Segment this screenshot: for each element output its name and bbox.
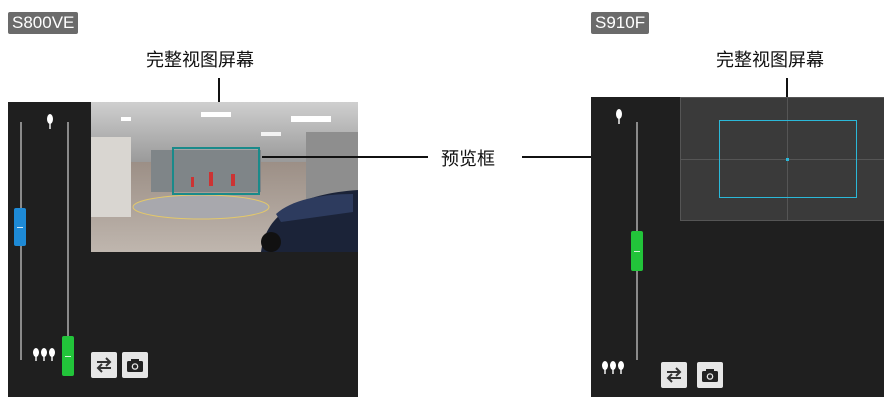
full-view-screen-label-left: 完整视图屏幕 bbox=[146, 50, 254, 71]
full-view-screen-label-right: 完整视图屏幕 bbox=[716, 50, 824, 71]
focus-slider-handle-right[interactable] bbox=[631, 231, 643, 271]
camera-panel-right bbox=[591, 97, 884, 397]
preview-frame-left[interactable] bbox=[172, 147, 260, 195]
callout-line-left bbox=[262, 156, 428, 158]
focus-slider-handle[interactable] bbox=[62, 336, 74, 376]
model-tag-s800ve: S800VE bbox=[8, 12, 79, 34]
tree-single-icon-right[interactable] bbox=[615, 109, 623, 128]
preview-frame-label: 预览框 bbox=[441, 149, 495, 170]
preview-center-dot bbox=[786, 158, 789, 161]
camera-panel-left bbox=[8, 102, 358, 397]
model-tag-s910f: S910F bbox=[591, 12, 650, 34]
full-view-area-right bbox=[680, 97, 884, 221]
tree-triple-icon-right[interactable] bbox=[601, 361, 625, 378]
zoom-slider-handle[interactable] bbox=[14, 208, 26, 246]
tree-single-icon[interactable] bbox=[46, 114, 54, 133]
camera-icon-right[interactable] bbox=[697, 362, 723, 388]
label-pointer-right bbox=[786, 78, 788, 98]
full-view-image bbox=[91, 102, 358, 252]
swap-arrows-icon[interactable] bbox=[91, 352, 117, 378]
label-pointer-left bbox=[218, 78, 220, 102]
tree-triple-icon[interactable] bbox=[32, 348, 56, 365]
focus-track-green bbox=[67, 122, 69, 360]
camera-icon[interactable] bbox=[122, 352, 148, 378]
swap-arrows-icon-right[interactable] bbox=[661, 362, 687, 388]
